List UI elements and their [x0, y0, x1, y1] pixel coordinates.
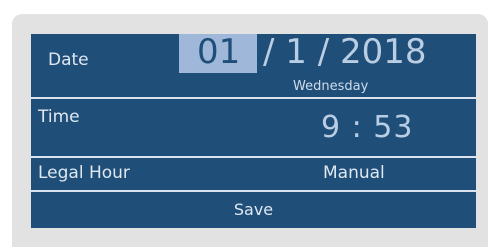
- month-year-value[interactable]: / 1 / 2018: [263, 30, 427, 74]
- legal-hour-row: Legal Hour Manual: [31, 158, 476, 190]
- legal-hour-label: Legal Hour: [38, 163, 130, 183]
- save-row: Save: [31, 192, 476, 228]
- time-label: Time: [38, 107, 80, 127]
- weekday-label: Wednesday: [293, 79, 369, 94]
- date-label: Date: [48, 50, 89, 70]
- datetime-settings-panel: Date 01 / 1 / 2018 Wednesday Time 9 : 53…: [31, 32, 476, 228]
- save-button[interactable]: Save: [31, 192, 476, 228]
- date-row: Date 01 / 1 / 2018 Wednesday: [31, 32, 476, 97]
- day-value[interactable]: 01: [197, 30, 240, 74]
- time-value[interactable]: 9 : 53: [321, 110, 413, 145]
- time-row: Time 9 : 53: [31, 99, 476, 156]
- legal-hour-value[interactable]: Manual: [323, 163, 385, 183]
